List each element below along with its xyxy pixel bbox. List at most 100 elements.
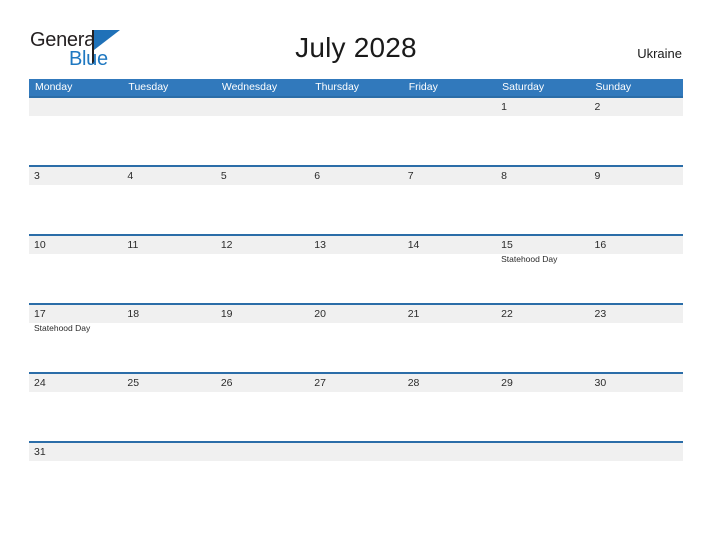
day-number-band: [122, 98, 216, 116]
page-header: General Blue July 2028 Ukraine: [0, 0, 712, 79]
calendar-day-cell[interactable]: [589, 443, 683, 461]
day-number: 17: [34, 308, 46, 320]
day-number-band: [309, 98, 403, 116]
weekday-header-saturday: Saturday: [502, 81, 545, 93]
day-number-band: [402, 167, 497, 185]
calendar-day-cell[interactable]: 29: [496, 374, 590, 441]
calendar-day-cell[interactable]: 5: [215, 167, 310, 234]
calendar-day-cell[interactable]: [309, 98, 403, 165]
day-number-band: [402, 98, 497, 116]
calendar-day-cell[interactable]: 24: [29, 374, 123, 441]
calendar-day-cell[interactable]: [402, 98, 497, 165]
day-number: 22: [501, 308, 513, 320]
day-number: 23: [594, 308, 607, 320]
day-number: 3: [34, 170, 40, 182]
country-label: Ukraine: [637, 46, 682, 61]
weekday-header-row: Monday Tuesday Wednesday Thursday Friday…: [29, 79, 683, 96]
calendar-day-cell[interactable]: 10: [29, 236, 123, 303]
calendar-day-cell[interactable]: [496, 443, 590, 461]
calendar-day-cell[interactable]: 8: [496, 167, 590, 234]
calendar-day-cell[interactable]: 17 Statehood Day: [29, 305, 123, 372]
calendar-week-body: 10 11 12 13 14 15 Statehood Day 16: [29, 236, 683, 303]
day-number: 15: [501, 239, 513, 251]
calendar-day-cell[interactable]: 9: [589, 167, 683, 234]
holiday-event: Statehood Day: [501, 254, 558, 264]
day-number: 31: [34, 446, 46, 458]
calendar-day-cell[interactable]: [309, 443, 403, 461]
day-number-band: [589, 167, 683, 185]
calendar-day-cell[interactable]: 20: [309, 305, 403, 372]
calendar-day-cell[interactable]: 2: [589, 98, 683, 165]
calendar-weeks: 1 2 3 4 5 6 7 8 9 10 11 12 13 14 15 Statehood Day 16 17 St…: [29, 96, 683, 461]
calendar-day-cell[interactable]: 22: [496, 305, 590, 372]
day-number: 12: [220, 239, 233, 251]
calendar-day-cell[interactable]: 27: [309, 374, 403, 441]
calendar-week-row: 3 4 5 6 7 8 9: [29, 165, 683, 234]
calendar-day-cell[interactable]: 13: [309, 236, 403, 303]
calendar-day-cell[interactable]: 30: [589, 374, 683, 441]
calendar-day-cell[interactable]: 18: [122, 305, 216, 372]
day-number: 10: [34, 239, 46, 251]
calendar-day-cell[interactable]: [122, 98, 216, 165]
calendar-day-cell[interactable]: 26: [215, 374, 310, 441]
page-title: July 2028: [295, 32, 417, 63]
day-number-band: [309, 443, 403, 461]
calendar-day-cell[interactable]: 31: [29, 443, 123, 461]
day-events: Statehood Day: [34, 323, 120, 334]
calendar-week-body: 24 25 26 27 28 29 30: [29, 374, 683, 441]
calendar-week-row: 12: [29, 96, 683, 165]
day-number: 24: [34, 377, 46, 389]
day-number: 26: [220, 377, 233, 389]
calendar-week-row: 10 11 12 13 14 15 Statehood Day 16: [29, 234, 683, 303]
day-number: 11: [127, 239, 139, 251]
calendar-day-cell[interactable]: 16: [589, 236, 683, 303]
day-number-band: [402, 443, 497, 461]
weekday-header-tuesday: Tuesday: [128, 81, 169, 93]
calendar-day-cell[interactable]: 11: [122, 236, 216, 303]
day-number: 30: [594, 377, 607, 389]
day-number-band: [215, 98, 310, 116]
calendar-day-cell[interactable]: 28: [402, 374, 497, 441]
day-number: 19: [220, 308, 233, 320]
calendar-day-cell[interactable]: 25: [122, 374, 216, 441]
calendar-day-cell[interactable]: [215, 98, 310, 165]
day-number-band: [122, 443, 216, 461]
calendar-day-cell[interactable]: 6: [309, 167, 403, 234]
calendar-day-cell[interactable]: 19: [215, 305, 310, 372]
calendar-day-cell[interactable]: 4: [122, 167, 216, 234]
calendar-day-cell[interactable]: 23: [589, 305, 683, 372]
day-number-band: [496, 98, 590, 116]
calendar-day-cell[interactable]: 15 Statehood Day: [496, 236, 590, 303]
calendar-week-row: 17 Statehood Day 18 19 20 21 22 23: [29, 303, 683, 372]
day-number-band: [589, 443, 683, 461]
day-number: 29: [501, 377, 513, 389]
calendar-week-body: 12: [29, 98, 683, 165]
weekday-header-wednesday: Wednesday: [221, 81, 278, 93]
calendar-day-cell[interactable]: [402, 443, 497, 461]
calendar-day-cell[interactable]: 7: [402, 167, 497, 234]
calendar-grid: Monday Tuesday Wednesday Thursday Friday…: [29, 79, 683, 461]
holiday-event: Statehood Day: [34, 323, 91, 333]
calendar-week-body: 17 Statehood Day 18 19 20 21 22 23: [29, 305, 683, 372]
calendar-day-cell[interactable]: [122, 443, 216, 461]
calendar-day-cell[interactable]: 1: [496, 98, 590, 165]
day-number-band: [496, 443, 590, 461]
day-number-band: [215, 443, 310, 461]
day-number-band: [29, 167, 123, 185]
calendar-day-cell[interactable]: 21: [402, 305, 497, 372]
calendar-week-row: 31: [29, 441, 683, 461]
calendar-day-cell[interactable]: 3: [29, 167, 123, 234]
calendar-day-cell[interactable]: [215, 443, 310, 461]
calendar-day-cell[interactable]: 14: [402, 236, 497, 303]
weekday-header-monday: Monday: [35, 81, 73, 93]
calendar-day-cell[interactable]: [29, 98, 123, 165]
day-number: 9: [594, 170, 601, 182]
day-number: 2: [594, 101, 601, 113]
weekday-header-thursday: Thursday: [315, 81, 360, 93]
day-number: 8: [501, 170, 507, 182]
calendar-day-cell[interactable]: 12: [215, 236, 310, 303]
day-number: 16: [594, 239, 607, 251]
day-number: 28: [407, 377, 420, 389]
calendar-week-body: 3 4 5 6 7 8 9: [29, 167, 683, 234]
day-number-band: [589, 98, 683, 116]
